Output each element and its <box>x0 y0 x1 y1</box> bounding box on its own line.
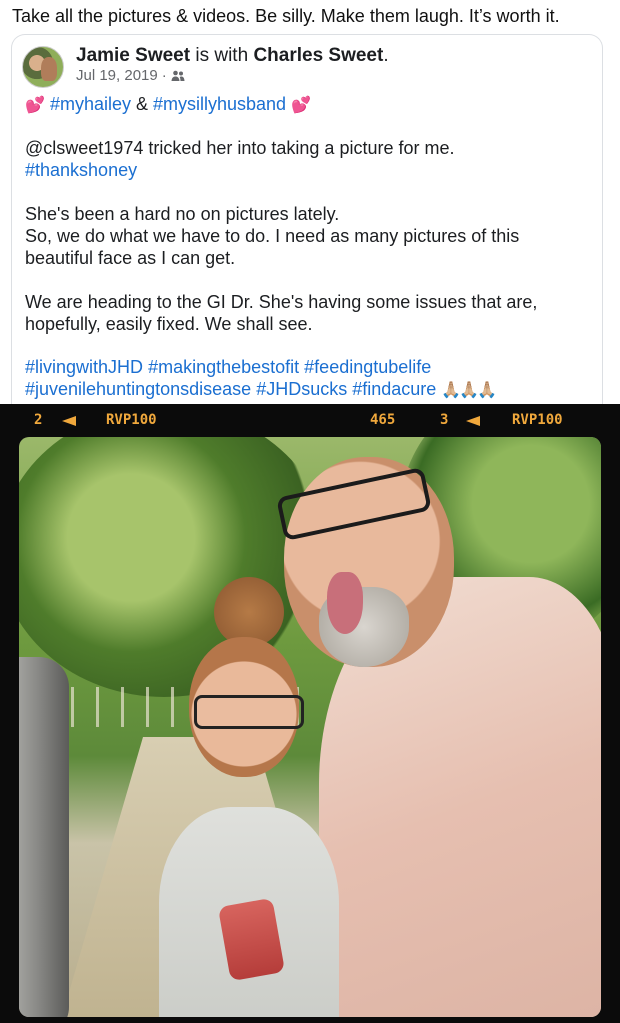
post-text-line: hopefully, easily fixed. We shall see. <box>25 314 313 334</box>
ampersand-text: & <box>130 94 153 114</box>
post-photo[interactable] <box>19 437 601 1017</box>
hashtag-row: #juvenilehuntingtonsdisease #JHDsucks #f… <box>25 378 605 402</box>
heart-emoji-right: 💕 <box>291 97 312 114</box>
post-photo-frame[interactable]: 2 RVP100 465 3 RVP100 <box>0 404 620 1023</box>
post-paragraph-3: We are heading to the GI Dr. She's havin… <box>25 291 605 335</box>
author-name-link[interactable]: Jamie Sweet <box>76 45 190 66</box>
hashtag-link[interactable]: #makingthebestofit <box>148 357 299 377</box>
film-counter: 465 <box>370 412 396 428</box>
film-frame-number: 3 <box>440 412 449 428</box>
with-text: is with <box>190 45 254 66</box>
post-text-line: beautiful face as I can get. <box>25 248 236 268</box>
hashtag-row: #livingwithJHD #makingthebestofit #feedi… <box>25 356 605 378</box>
praying-hands-emoji: 🙏🏼🙏🏼🙏🏼 <box>441 382 497 399</box>
hashtag-link[interactable]: #findacure <box>352 379 436 399</box>
hashtag-link[interactable]: #livingwithJHD <box>25 357 143 377</box>
post-line-tags: 💕 #myhailey & #mysillyhusband 💕 <box>25 93 605 117</box>
hashtag-link[interactable]: #mysillyhusband <box>153 94 286 114</box>
post-author-line: Jamie Sweet is with Charles Sweet. <box>76 44 389 68</box>
film-arrow-icon <box>466 416 480 426</box>
friends-icon[interactable] <box>171 70 185 82</box>
photo-girl-glasses <box>194 695 304 729</box>
tagged-suffix: . <box>383 45 389 66</box>
hashtag-link[interactable]: #JHDsucks <box>256 379 347 399</box>
post-text-line: She's been a hard no on pictures lately. <box>25 204 340 224</box>
film-arrow-icon <box>62 416 76 426</box>
film-code: RVP100 <box>512 412 563 428</box>
heart-emoji-left: 💕 <box>25 97 45 114</box>
photo-man-tongue <box>327 572 363 634</box>
post-meta: Jul 19, 2019 · <box>76 66 185 86</box>
tagged-person-link[interactable]: Charles Sweet <box>253 45 383 66</box>
post-paragraph-2: She's been a hard no on pictures lately.… <box>25 203 605 269</box>
author-avatar[interactable] <box>22 46 64 88</box>
hashtag-link[interactable]: #feedingtubelife <box>304 357 431 377</box>
hashtag-link[interactable]: #thankshoney <box>25 159 605 181</box>
post-date[interactable]: Jul 19, 2019 <box>76 66 158 86</box>
hashtag-link[interactable]: #juvenilehuntingtonsdisease <box>25 379 251 399</box>
post-text-line: We are heading to the GI Dr. She's havin… <box>25 292 538 312</box>
post-caption: Take all the pictures & videos. Be silly… <box>12 6 560 26</box>
hashtag-link[interactable]: #myhailey <box>50 94 131 114</box>
photo-car <box>19 657 69 1017</box>
meta-separator: · <box>161 67 167 84</box>
film-strip-header: 2 RVP100 465 3 RVP100 <box>0 404 620 436</box>
post-text-line: @clsweet1974 tricked her into taking a p… <box>25 138 455 158</box>
post-text-line: So, we do what we have to do. I need as … <box>25 226 520 246</box>
post-hashtags: #livingwithJHD #makingthebestofit #feedi… <box>25 356 605 402</box>
film-code: RVP100 <box>106 412 157 428</box>
film-frame-number: 2 <box>34 412 43 428</box>
post-paragraph-1: @clsweet1974 tricked her into taking a p… <box>25 137 605 181</box>
